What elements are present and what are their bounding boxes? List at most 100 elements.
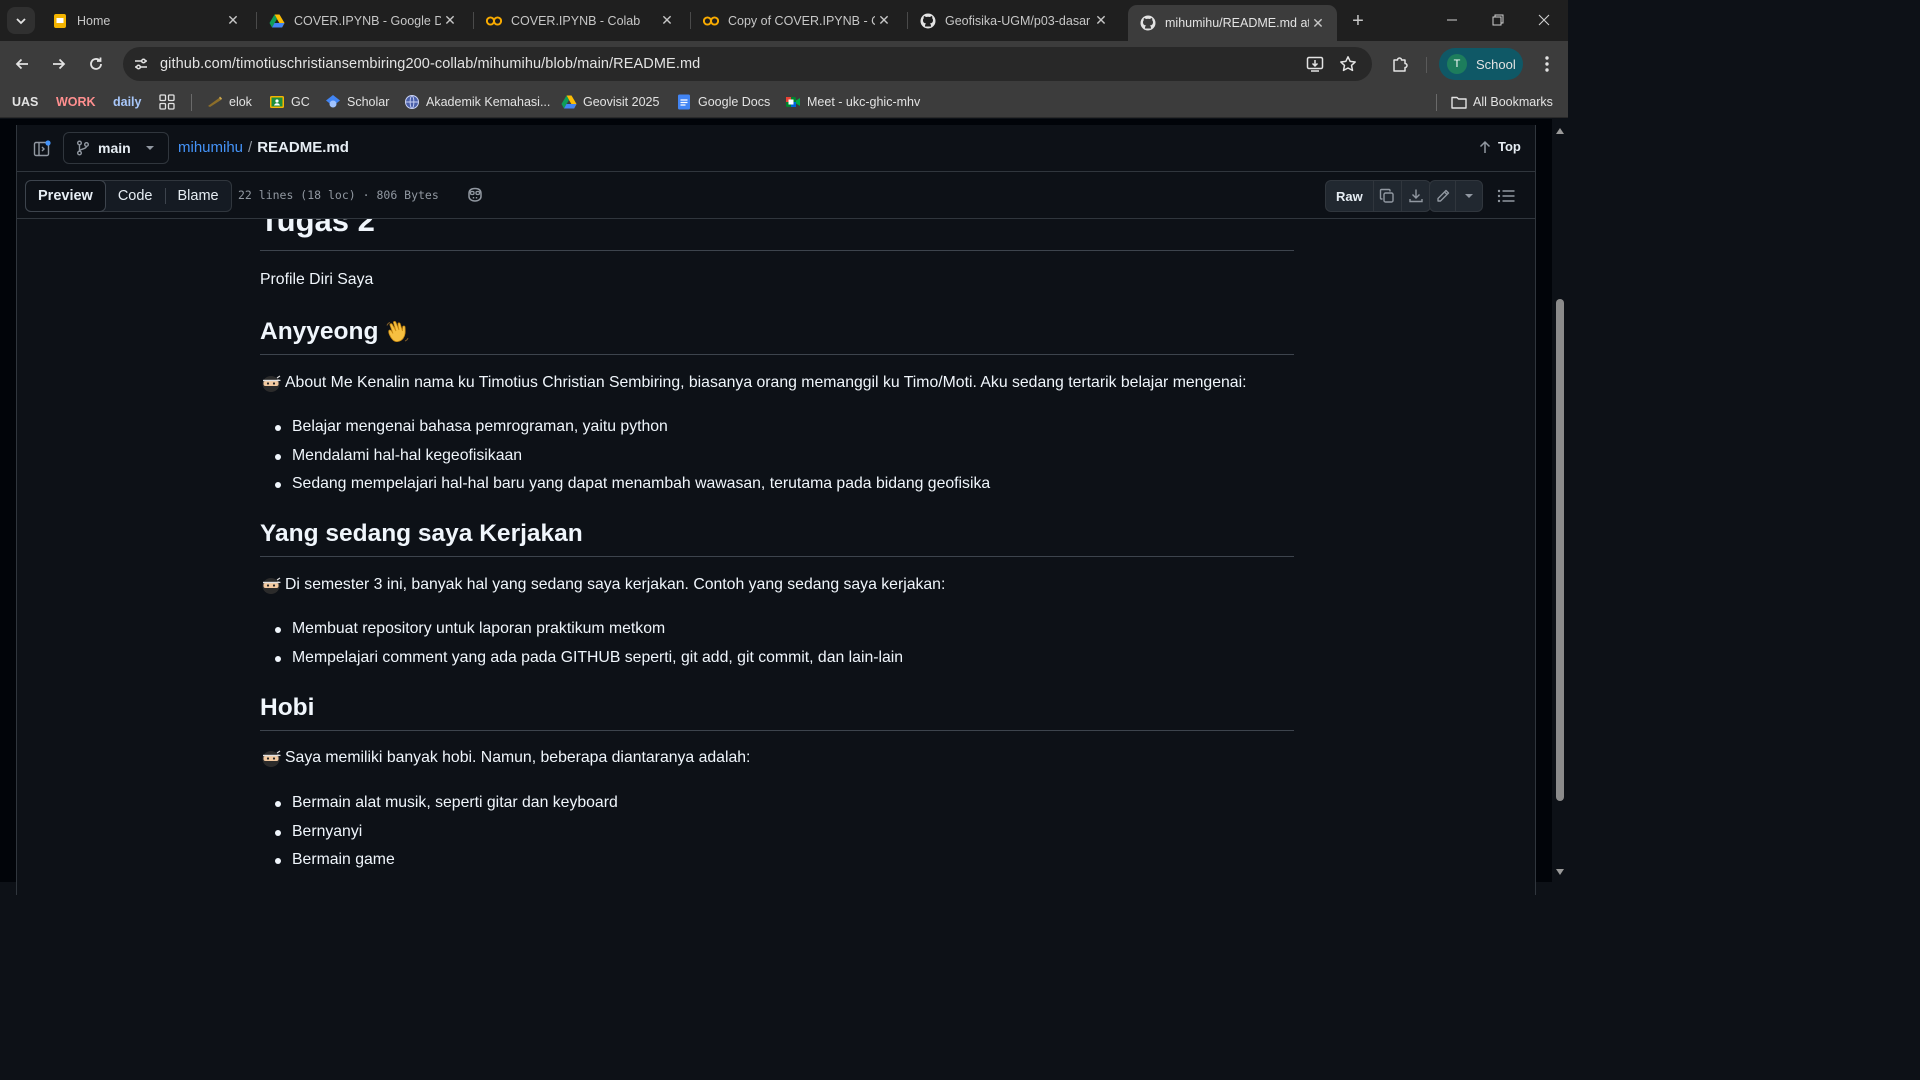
branch-selector[interactable]: main (63, 132, 169, 164)
arrow-up-icon (1479, 140, 1491, 153)
edit-file-button[interactable] (1430, 181, 1457, 211)
tab-title: Copy of COVER.IPYNB - Co (728, 13, 875, 28)
tab-google-drive[interactable]: COVER.IPYNB - Google Dri ✕ (257, 5, 469, 36)
globe-icon (404, 94, 420, 110)
extensions-icon[interactable] (1386, 50, 1414, 78)
readme-intro: Profile Diri Saya (260, 271, 374, 288)
minimize-icon (1447, 19, 1457, 21)
breadcrumb-repo-link[interactable]: mihumihu (178, 139, 243, 156)
sidebar-toggle-button[interactable] (31, 138, 53, 160)
caret-down-icon (1465, 194, 1473, 198)
blame-tab[interactable]: Blame (166, 181, 231, 211)
apps-grid-icon[interactable] (159, 91, 175, 113)
install-app-icon[interactable] (1304, 53, 1326, 75)
arrow-right-icon (53, 58, 66, 70)
url-text[interactable]: github.com/timotiuschristiansembiring200… (160, 56, 700, 72)
bookmark-label: Google Docs (698, 95, 771, 109)
github-icon (920, 13, 936, 29)
scroll-down-icon[interactable] (1555, 868, 1565, 876)
bookmark-gc[interactable]: GC (269, 91, 310, 113)
outline-button[interactable] (1493, 184, 1519, 208)
all-bookmarks-button[interactable]: All Bookmarks (1451, 91, 1553, 113)
close-icon[interactable]: ✕ (658, 12, 676, 30)
section-heading-anyyeong: Anyyeong (260, 317, 1294, 355)
bookmark-geovisit[interactable]: Geovisit 2025 (561, 91, 659, 113)
page-scrollbar[interactable] (1552, 119, 1568, 882)
profile-button[interactable]: T School (1439, 48, 1523, 80)
ninja-icon (260, 372, 282, 394)
code-tab[interactable]: Code (106, 181, 165, 211)
close-icon[interactable]: ✕ (1309, 14, 1327, 32)
bookmark-akademik[interactable]: Akademik Kemahasi... (404, 91, 550, 113)
back-to-top-button[interactable]: Top (1479, 139, 1521, 154)
close-icon[interactable]: ✕ (441, 12, 459, 30)
folder-icon (1451, 94, 1467, 110)
colab-icon (703, 13, 719, 29)
tab-home[interactable]: Home ✕ (40, 5, 252, 36)
list-item: Bermain alat musik, seperti gitar dan ke… (275, 789, 618, 818)
bookmark-label: All Bookmarks (1473, 95, 1553, 109)
tab-colab[interactable]: COVER.IPYNB - Colab ✕ (474, 5, 686, 36)
list-item: Membuat repository untuk laporan praktik… (274, 615, 903, 644)
raw-button[interactable]: Raw (1326, 181, 1374, 211)
google-drive-icon (561, 94, 577, 110)
edit-options-dropdown[interactable] (1456, 181, 1482, 211)
tab-search-button[interactable] (7, 7, 35, 34)
reload-icon (90, 57, 102, 70)
arrow-left-icon (15, 58, 28, 70)
copy-raw-button[interactable] (1374, 181, 1402, 211)
file-toolbar: Preview Code Blame 22 lines (18 loc) · 8… (17, 172, 1535, 219)
bookmark-google-docs[interactable]: Google Docs (676, 91, 770, 113)
raw-actions: Raw (1325, 180, 1431, 212)
bookmark-work[interactable]: WORK (53, 91, 99, 113)
new-tab-button[interactable]: + (1347, 10, 1369, 32)
scroll-up-icon[interactable] (1555, 127, 1565, 135)
bookmark-meet[interactable]: Meet - ukc-ghic-mhv (785, 91, 920, 113)
site-settings-icon[interactable] (129, 52, 153, 76)
close-window-button[interactable] (1521, 0, 1567, 40)
address-bar[interactable]: github.com/timotiuschristiansembiring200… (123, 47, 1372, 81)
tab-title: Home (77, 13, 111, 28)
github-icon (1140, 15, 1156, 31)
back-button[interactable] (8, 50, 36, 78)
scholar-icon (325, 94, 341, 110)
preview-tab[interactable]: Preview (25, 180, 106, 212)
list-item: Bermain game (275, 846, 618, 875)
minimize-button[interactable] (1429, 0, 1475, 40)
browser-menu-button[interactable] (1536, 53, 1558, 75)
tab-readme-active[interactable]: mihumihu/README.md at ✕ (1128, 5, 1337, 41)
pencil-bookmark-icon (207, 94, 223, 110)
breadcrumb-file: README.md (257, 139, 349, 156)
list-unordered-icon (1497, 189, 1515, 203)
copy-icon (1380, 188, 1394, 203)
bookmark-label: daily (113, 95, 142, 109)
bookmark-daily[interactable]: daily (110, 91, 145, 113)
ninja-icon (260, 574, 282, 596)
restore-button[interactable] (1475, 0, 1521, 40)
forward-button[interactable] (45, 50, 73, 78)
reload-button[interactable] (82, 50, 110, 78)
bookmark-elok[interactable]: elok (207, 91, 252, 113)
scrollbar-thumb[interactable] (1556, 299, 1564, 801)
close-icon[interactable]: ✕ (224, 12, 242, 30)
bookmark-star-icon[interactable] (1337, 53, 1359, 75)
bookmark-label: Scholar (347, 95, 390, 109)
colab-icon (486, 13, 502, 29)
bookmark-label: UAS (12, 95, 39, 109)
section3-paragraph: Saya memiliki banyak hobi. Namun, bebera… (260, 747, 750, 769)
paragraph-text: Di semester 3 ini, banyak hal yang sedan… (285, 576, 946, 593)
docs-icon (676, 94, 692, 110)
readme-title: Tugas 2 (260, 219, 1294, 251)
tab-title: mihumihu/README.md at (1165, 16, 1309, 30)
bookmark-scholar[interactable]: Scholar (325, 91, 389, 113)
download-raw-button[interactable] (1402, 181, 1430, 211)
google-drive-icon (269, 13, 285, 29)
bookmark-uas[interactable]: UAS (9, 91, 41, 113)
breadcrumb: mihumihu / README.md (178, 139, 349, 156)
copilot-icon[interactable] (466, 186, 484, 204)
close-icon[interactable]: ✕ (1092, 12, 1110, 30)
tab-colab-copy[interactable]: Copy of COVER.IPYNB - Co ✕ (691, 5, 903, 36)
tab-geofisika[interactable]: Geofisika-UGM/p03-dasar ✕ (908, 5, 1120, 36)
close-icon[interactable]: ✕ (875, 12, 893, 30)
bookmark-label: Meet - ukc-ghic-mhv (807, 95, 921, 109)
